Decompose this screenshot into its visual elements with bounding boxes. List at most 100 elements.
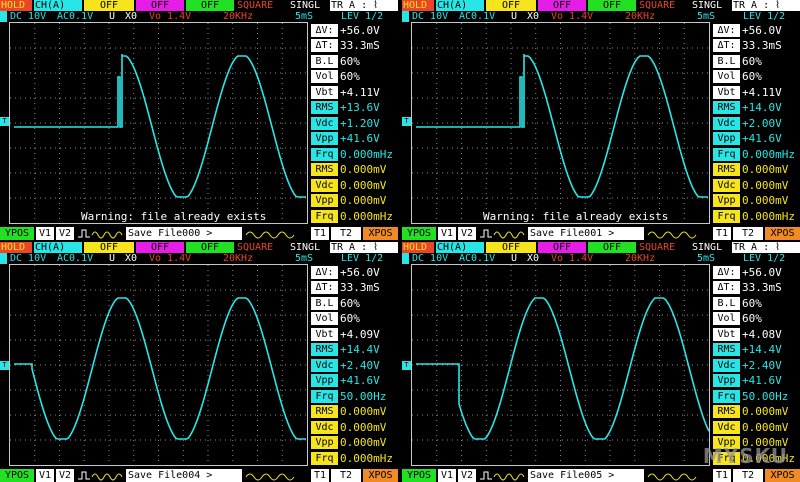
measurement-label[interactable]: Frq — [311, 147, 338, 161]
trigger-mode[interactable]: SINGL — [289, 0, 329, 11]
coupling-range[interactable]: DC 10V — [411, 11, 457, 22]
measurement-label[interactable]: RMS — [311, 343, 338, 356]
output-frequency[interactable]: 20KHz — [222, 253, 272, 264]
v2-cursor-button[interactable]: V2 — [56, 469, 74, 482]
channel-d-toggle[interactable]: OFF — [588, 0, 636, 11]
coupling-range[interactable]: DC 10V — [9, 11, 55, 22]
timebase[interactable]: 5mS — [294, 253, 324, 264]
waveform-type[interactable]: SQUARE — [638, 0, 690, 11]
trigger-level[interactable]: LEV 1/2 — [340, 11, 398, 22]
measurement-label[interactable]: Vpp — [713, 374, 740, 387]
measurement-label[interactable]: RMS — [311, 163, 338, 176]
measurement-label[interactable]: Vol — [713, 70, 740, 83]
measurement-label[interactable]: Vdc — [713, 420, 740, 434]
measurement-label[interactable]: ΔV: — [311, 23, 338, 37]
trigger-mode[interactable]: SINGL — [691, 242, 731, 253]
measurement-label[interactable]: Vdc — [713, 116, 740, 130]
waveform-type[interactable]: SQUARE — [638, 242, 690, 253]
coupling-range[interactable]: DC 10V — [9, 253, 55, 264]
probe-setting[interactable]: AC0.1V — [56, 11, 106, 22]
scope-display[interactable] — [9, 22, 308, 224]
measurement-label[interactable]: ΔT: — [713, 281, 740, 294]
measurement-label[interactable]: Vbt — [311, 327, 338, 341]
measurement-label[interactable]: Vpp — [713, 194, 740, 207]
measurement-label[interactable]: Vbt — [713, 327, 740, 341]
multiplier[interactable]: X0 — [526, 253, 548, 264]
output-voltage[interactable]: Vo 1.4V — [148, 11, 206, 22]
measurement-label[interactable]: Vdc — [311, 178, 338, 192]
measurement-label[interactable]: B.L — [713, 54, 740, 68]
measurement-label[interactable]: ΔV: — [713, 265, 740, 279]
output-frequency[interactable]: 20KHz — [222, 11, 272, 22]
trigger-level[interactable]: LEV 1/2 — [742, 253, 800, 264]
output-frequency[interactable]: 20KHz — [624, 11, 674, 22]
probe-setting[interactable]: AC0.1V — [458, 11, 508, 22]
trigger-source[interactable]: TR A : ⌇ — [330, 242, 398, 253]
measurement-label[interactable]: RMS — [311, 405, 338, 418]
measurement-label[interactable]: Frq — [713, 209, 740, 223]
channel-selector[interactable]: CH(A) — [34, 0, 82, 11]
t1-cursor-button[interactable]: T1 — [713, 227, 731, 240]
output-voltage[interactable]: Vo 1.4V — [148, 253, 206, 264]
channel-c-toggle[interactable]: OFF — [538, 242, 586, 253]
output-voltage[interactable]: Vo 1.4V — [550, 11, 608, 22]
channel-selector[interactable]: CH(A) — [34, 242, 82, 253]
t2-cursor-button[interactable]: T2 — [331, 227, 361, 240]
hold-button[interactable]: HOLD — [0, 242, 32, 253]
channel-b-toggle[interactable]: OFF — [486, 0, 536, 11]
ypos-button[interactable]: YPOS — [402, 227, 436, 240]
v2-cursor-button[interactable]: V2 — [458, 469, 476, 482]
measurement-label[interactable]: Frq — [311, 451, 338, 465]
channel-selector[interactable]: CH(A) — [436, 0, 484, 11]
output-voltage[interactable]: Vo 1.4V — [550, 253, 608, 264]
measurement-label[interactable]: Vpp — [713, 132, 740, 145]
t1-cursor-button[interactable]: T1 — [311, 227, 329, 240]
channel-c-toggle[interactable]: OFF — [136, 0, 184, 11]
measurement-label[interactable]: Frq — [713, 389, 740, 403]
hold-button[interactable]: HOLD — [0, 0, 32, 11]
v2-cursor-button[interactable]: V2 — [56, 227, 74, 240]
ypos-button[interactable]: YPOS — [0, 469, 34, 482]
xpos-button[interactable]: XPOS — [765, 469, 800, 482]
channel-d-toggle[interactable]: OFF — [186, 242, 234, 253]
channel-d-toggle[interactable]: OFF — [186, 0, 234, 11]
trace-position-marker[interactable]: T — [402, 361, 411, 370]
t2-cursor-button[interactable]: T2 — [733, 227, 763, 240]
measurement-label[interactable]: RMS — [713, 343, 740, 356]
xpos-button[interactable]: XPOS — [363, 469, 398, 482]
v2-cursor-button[interactable]: V2 — [458, 227, 476, 240]
measurement-label[interactable]: RMS — [713, 405, 740, 418]
channel-d-toggle[interactable]: OFF — [588, 242, 636, 253]
measurement-label[interactable]: RMS — [713, 101, 740, 114]
channel-c-toggle[interactable]: OFF — [538, 0, 586, 11]
measurement-label[interactable]: Vdc — [311, 420, 338, 434]
measurement-label[interactable]: B.L — [311, 54, 338, 68]
waveform-type[interactable]: SQUARE — [236, 0, 288, 11]
coupling-range[interactable]: DC 10V — [411, 253, 457, 264]
output-frequency[interactable]: 20KHz — [624, 253, 674, 264]
channel-b-toggle[interactable]: OFF — [84, 242, 134, 253]
save-file-button[interactable]: Save File000 > — [126, 227, 242, 240]
measurement-label[interactable]: Vpp — [311, 374, 338, 387]
timebase[interactable]: 5mS — [294, 11, 324, 22]
measurement-label[interactable]: Vbt — [713, 85, 740, 99]
v1-cursor-button[interactable]: V1 — [36, 469, 54, 482]
v1-cursor-button[interactable]: V1 — [36, 227, 54, 240]
save-file-button[interactable]: Save File001 > — [528, 227, 644, 240]
measurement-label[interactable]: ΔV: — [713, 23, 740, 37]
channel-c-toggle[interactable]: OFF — [136, 242, 184, 253]
hold-button[interactable]: HOLD — [402, 242, 434, 253]
measurement-label[interactable]: Vpp — [311, 132, 338, 145]
trigger-source[interactable]: TR A : ⌇ — [330, 0, 398, 11]
multiplier[interactable]: X0 — [526, 11, 548, 22]
trigger-level[interactable]: LEV 1/2 — [340, 253, 398, 264]
trigger-source[interactable]: TR A : ⌇ — [732, 0, 800, 11]
trigger-mode[interactable]: SINGL — [691, 0, 731, 11]
t1-cursor-button[interactable]: T1 — [311, 469, 329, 482]
measurement-label[interactable]: ΔT: — [311, 39, 338, 52]
waveform-type[interactable]: SQUARE — [236, 242, 288, 253]
xpos-button[interactable]: XPOS — [363, 227, 398, 240]
measurement-label[interactable]: RMS — [713, 163, 740, 176]
measurement-label[interactable]: B.L — [713, 296, 740, 310]
measurement-label[interactable]: Vpp — [311, 436, 338, 449]
